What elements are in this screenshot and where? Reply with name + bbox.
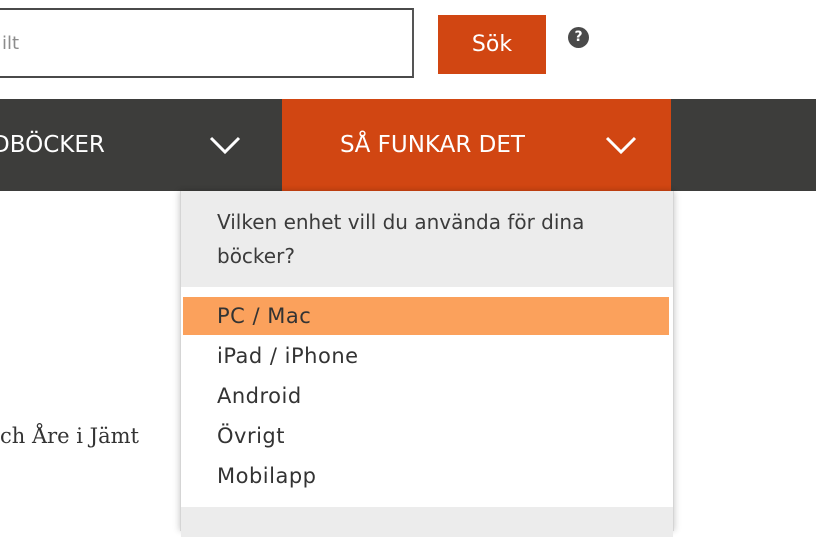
article-text: ch Åre i Jämt — [0, 424, 139, 448]
chevron-down-icon — [605, 136, 637, 155]
how-it-works-dropdown: Vilken enhet vill du använda för dina bö… — [180, 191, 674, 537]
device-question: Vilken enhet vill du använda för dina bö… — [217, 210, 585, 268]
main-navigation: DBÖCKER SÅ FUNKAR DET — [0, 99, 816, 191]
option-pc-mac[interactable]: PC / Mac — [183, 297, 669, 335]
help-icon[interactable]: ? — [568, 27, 589, 48]
option-other[interactable]: Övrigt — [183, 417, 669, 455]
option-ipad-iphone[interactable]: iPad / iPhone — [183, 337, 669, 375]
dropdown-footer — [181, 507, 673, 537]
search-button[interactable]: Sök — [438, 15, 546, 74]
option-mobile-app[interactable]: Mobilapp — [183, 457, 669, 495]
option-android[interactable]: Android — [183, 377, 669, 415]
nav-item-ebooks[interactable]: DBÖCKER — [0, 99, 282, 191]
nav-item-ebooks-label: DBÖCKER — [0, 132, 105, 158]
dropdown-header: Vilken enhet vill du använda för dina bö… — [181, 191, 673, 287]
nav-item-how-it-works-label: SÅ FUNKAR DET — [340, 132, 525, 158]
chevron-down-icon — [209, 136, 241, 155]
nav-item-how-it-works[interactable]: SÅ FUNKAR DET — [282, 99, 671, 191]
search-input[interactable] — [0, 8, 414, 78]
